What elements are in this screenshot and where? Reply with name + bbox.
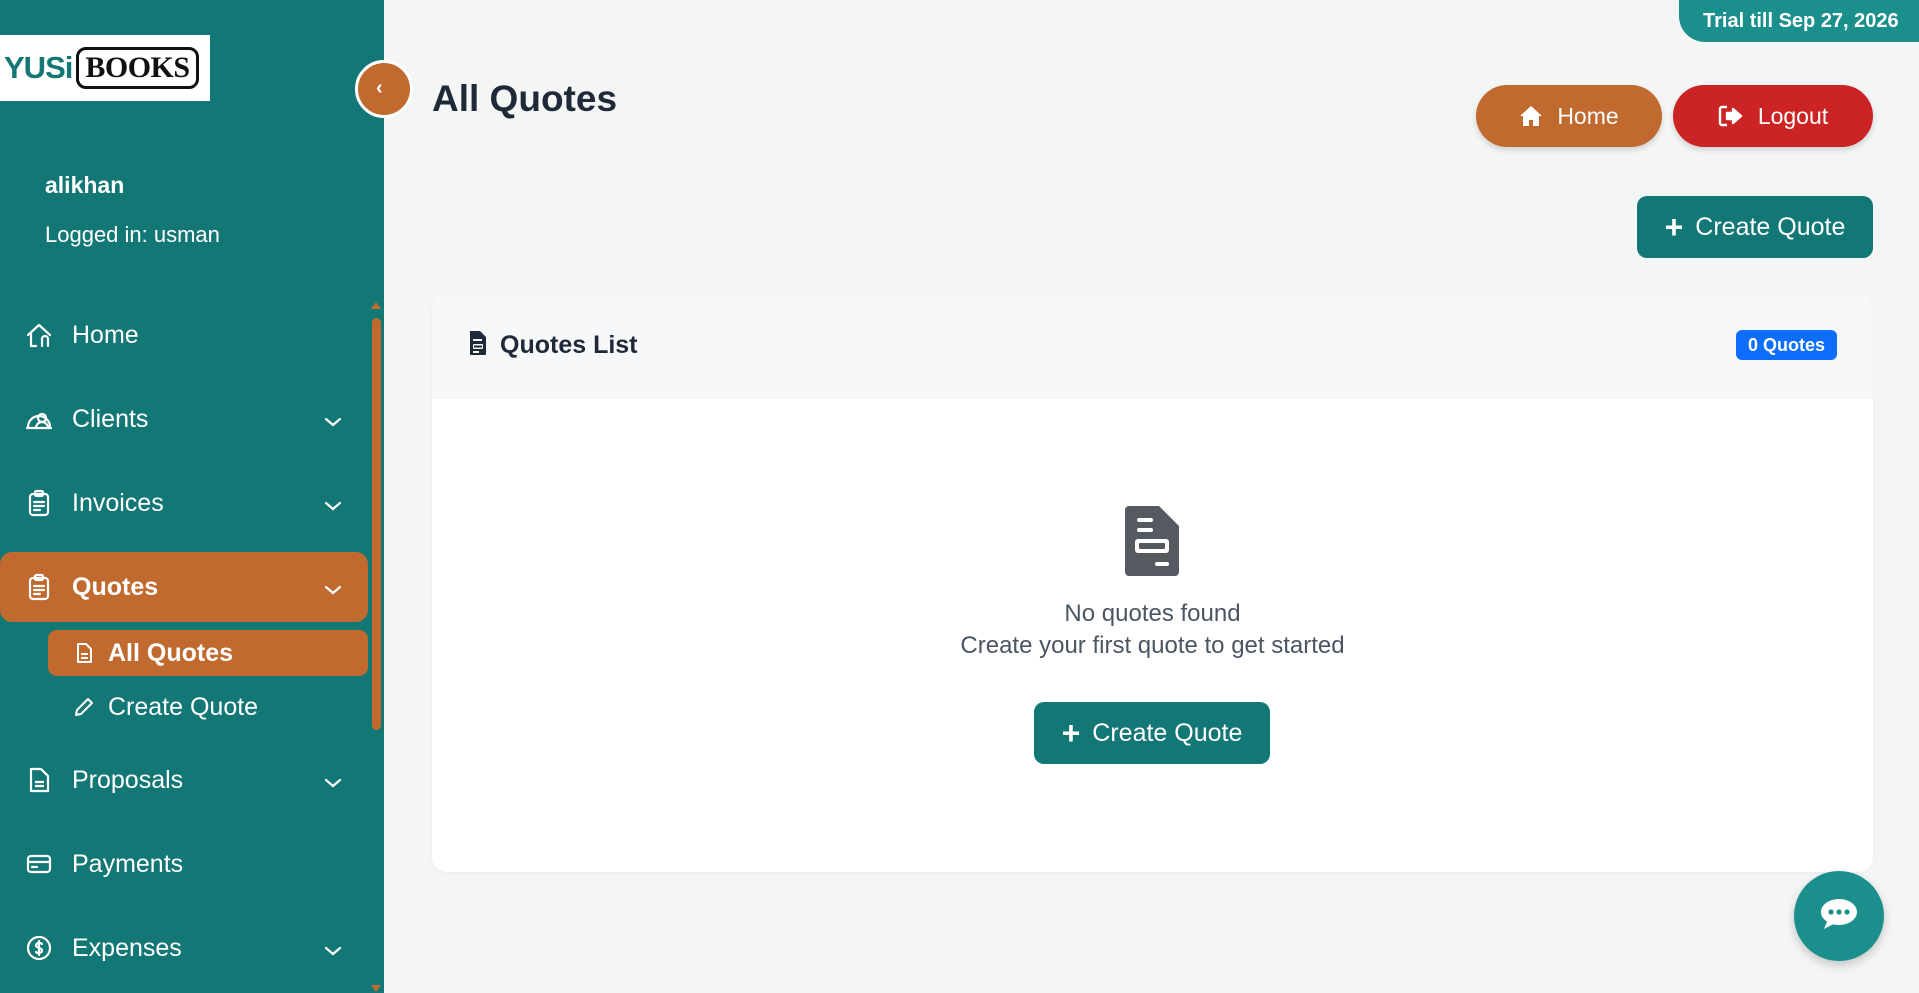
clients-icon [25,405,53,433]
sidebar: YUSi BOOKS alikhan Logged in: usman Home… [0,0,384,993]
home-icon [1519,105,1543,127]
sidebar-item-label: Expenses [72,933,182,962]
empty-file-icon [1123,504,1181,583]
trial-banner: Trial till Sep 27, 2026 [1679,0,1919,42]
logout-button[interactable]: Logout [1673,85,1873,147]
sidebar-item-label: Proposals [72,765,184,794]
chevron-down-icon [324,935,342,964]
chevron-down-icon [324,490,342,519]
create-first-quote-button[interactable]: + Create Quote [1034,702,1270,764]
scroll-down-arrow[interactable] [371,985,381,992]
create-quote-label: Create Quote [1092,718,1243,747]
document-icon [25,766,53,794]
logged-in-user: Logged in: usman [45,222,220,247]
sign-out-icon [1718,104,1744,128]
chevron-down-icon [324,406,342,435]
sidebar-subitem-create-quote[interactable]: Create Quote [48,684,368,730]
chevron-left-icon: ‹ [376,77,383,99]
create-quote-button[interactable]: + Create Quote [1637,196,1873,258]
chat-button[interactable] [1794,871,1884,961]
sidebar-item-invoices[interactable]: Invoices [0,468,368,538]
scroll-up-arrow[interactable] [371,302,381,309]
page-title: All Quotes [432,78,618,119]
sidebar-item-payments[interactable]: Payments [0,829,368,899]
create-quote-label: Create Quote [1695,212,1846,241]
card-title: Quotes List [500,331,638,359]
sidebar-item-label: Invoices [72,488,164,517]
user-name: alikhan [45,172,125,198]
pencil-icon [72,695,96,719]
sidebar-item-label: Payments [72,849,184,878]
sidebar-scrollbar[interactable] [372,318,381,730]
clipboard-icon [25,489,53,517]
plus-icon: + [1061,715,1081,751]
sidebar-item-quotes[interactable]: Quotes [0,552,368,622]
sidebar-subitem-label: Create Quote [108,692,259,721]
logo-yusi-text: YUSi [4,50,73,85]
logo[interactable]: YUSi BOOKS [0,35,210,101]
sidebar-item-expenses[interactable]: Expenses [0,913,368,983]
home-icon [25,321,53,349]
sidebar-item-proposals[interactable]: Proposals [0,745,368,815]
credit-card-icon [25,850,53,878]
chevron-down-icon [324,767,342,796]
chat-icon [1819,897,1859,936]
sidebar-subitem-label: All Quotes [108,638,234,667]
sidebar-item-clients[interactable]: Clients [0,384,368,454]
quotes-count-badge: 0 Quotes [1735,330,1837,360]
clipboard-icon [25,573,53,601]
home-button[interactable]: Home [1476,85,1662,147]
logo-books-text: BOOKS [76,47,199,89]
empty-state-title: No quotes found [1064,600,1241,627]
sidebar-collapse-button[interactable]: ‹ [355,60,413,118]
sidebar-item-label: Home [72,320,139,349]
plus-icon: + [1664,209,1684,245]
logout-button-label: Logout [1757,102,1829,129]
empty-state-subtitle: Create your first quote to get started [960,632,1345,659]
sidebar-item-home[interactable]: Home [0,300,368,370]
home-button-label: Home [1557,102,1619,129]
chevron-down-icon [324,574,342,603]
card-header: Quotes List 0 Quotes [432,294,1873,398]
sidebar-item-label: Clients [72,404,149,433]
document-icon [72,641,96,665]
dollar-circle-icon [25,934,53,962]
file-icon [468,330,488,361]
quotes-list-card: Quotes List 0 Quotes No quotes found Cre… [432,294,1873,872]
sidebar-subitem-all-quotes[interactable]: All Quotes [48,630,368,676]
sidebar-item-label: Quotes [72,572,159,601]
